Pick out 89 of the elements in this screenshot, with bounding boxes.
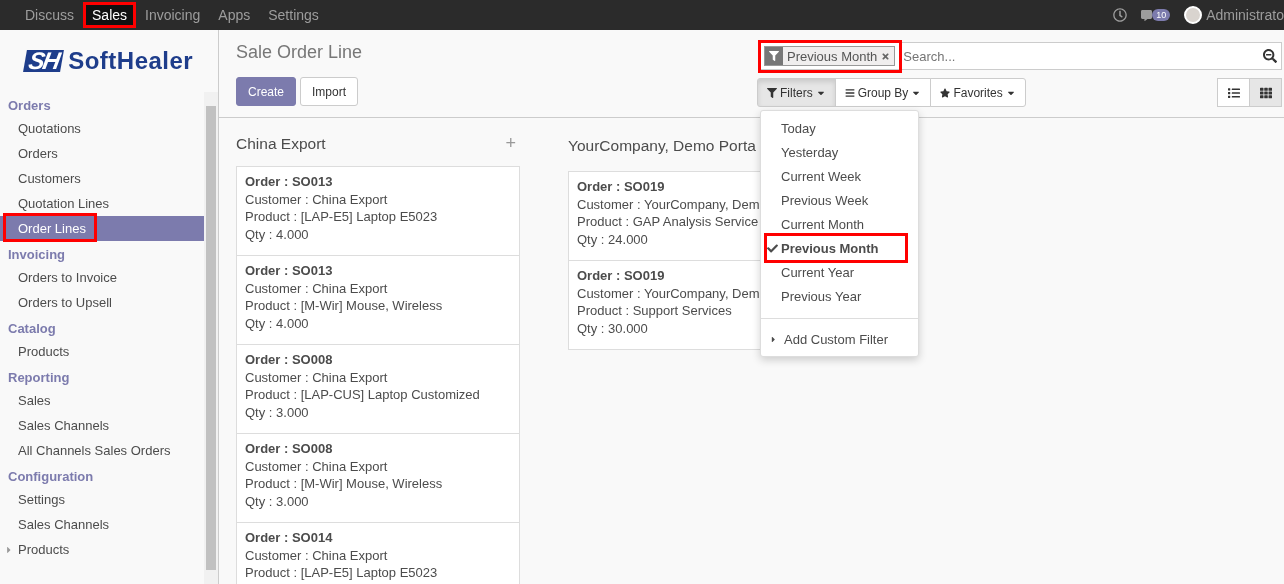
card-detail: Product : [LAP-E5] Laptop E5023 — [245, 208, 438, 226]
grid-icon — [1259, 86, 1272, 99]
card-detail: Customer : China Export — [245, 279, 388, 297]
sidebar-section-title: Configuration — [7, 468, 95, 486]
create-button[interactable]: Create — [236, 77, 297, 106]
top-menu-item[interactable]: Sales — [83, 2, 137, 28]
logo-mark: SH — [22, 50, 65, 72]
sidebar-section-title: Catalog — [7, 320, 57, 338]
card-detail: Qty : 3.000 — [245, 403, 309, 421]
page-title: Sale Order Line — [236, 42, 364, 64]
clock-icon[interactable] — [1113, 8, 1128, 22]
scrollbar[interactable] — [204, 92, 218, 584]
sidebar-item[interactable]: Customers — [0, 166, 204, 191]
card-detail: Customer : China Export — [245, 190, 388, 208]
card-detail: Customer : China Export — [245, 368, 388, 386]
search-icon[interactable] — [1263, 49, 1277, 63]
list-view-button[interactable] — [1217, 78, 1250, 107]
card-detail: Product : GAP Analysis Service — [577, 213, 759, 231]
sidebar-section-title: Invoicing — [7, 246, 67, 264]
card-detail: Product : Support Services — [577, 302, 732, 320]
sidebar-section-title: Reporting — [7, 369, 71, 387]
import-button[interactable]: Import — [300, 77, 359, 106]
filter-option[interactable]: Yesterday — [761, 140, 918, 164]
sidebar-item[interactable]: Settings — [0, 487, 204, 512]
sidebar-item[interactable]: Quotations — [0, 116, 204, 141]
card-detail: Product : [M-Wir] Mouse, Wireless — [245, 297, 443, 315]
sidebar-item[interactable]: Orders — [0, 141, 204, 166]
sidebar-item[interactable]: Sales Channels — [0, 512, 204, 537]
kanban-view-button[interactable] — [1249, 78, 1282, 107]
sidebar-item[interactable]: Orders to Invoice — [0, 265, 204, 290]
filter-option[interactable]: Today — [761, 116, 918, 140]
sidebar-item[interactable]: Order Lines — [0, 216, 204, 241]
card-detail: Qty : 4.000 — [245, 314, 309, 332]
check-icon — [767, 242, 778, 254]
kanban-card[interactable]: Order : SO008 Customer : China Export Product : [M-Wir] Mouse, Wireless Qty : 3.000 — [236, 433, 520, 523]
order-number: Order : SO013 — [245, 173, 333, 191]
card-detail: Qty : 3.000 — [245, 492, 309, 510]
sidebar-item[interactable]: Sales Channels — [0, 413, 204, 438]
search-option-button[interactable]: Group By — [834, 78, 932, 107]
column-title: YourCompany, Demo Porta — [568, 137, 756, 155]
kanban-card[interactable]: Order : SO008 Customer : China Export Product : [LAP-CUS] Laptop Customized Qty : 3.000 — [236, 344, 520, 434]
card-detail: Customer : China Export — [245, 546, 388, 564]
card-detail: Product : [M-Wir] Mouse, Wireless — [245, 475, 443, 493]
card-detail: Qty : 4.000 — [245, 225, 309, 243]
filter-icon — [769, 51, 779, 61]
card-detail: Customer : YourCompany, Dem — [577, 284, 760, 302]
search-field[interactable]: Previous Month Search... — [758, 42, 1282, 70]
order-number: Order : SO008 — [245, 351, 333, 369]
top-menu-item[interactable]: Discuss — [16, 2, 83, 28]
order-number: Order : SO019 — [577, 178, 665, 196]
sidebar-item[interactable]: Products — [0, 537, 204, 562]
search-option-button[interactable]: Filters — [757, 78, 836, 107]
order-number: Order : SO019 — [577, 267, 665, 285]
star-icon — [940, 87, 951, 98]
top-menu-item[interactable]: Apps — [209, 2, 260, 28]
card-detail: Product : [LAP-E5] Laptop E5023 — [245, 564, 438, 582]
filter-icon — [767, 87, 777, 98]
filter-facet[interactable]: Previous Month — [764, 46, 896, 66]
chat-icon[interactable] — [1141, 9, 1153, 21]
list-icon — [1227, 86, 1240, 99]
sidebar-item[interactable]: Products — [0, 339, 204, 364]
caret-icon — [769, 334, 778, 344]
kanban-card[interactable]: Order : SO013 Customer : China Export Product : [M-Wir] Mouse, Wireless Qty : 4.000 — [236, 255, 520, 345]
search-option-button[interactable]: Favorites — [930, 78, 1026, 107]
order-number: Order : SO008 — [245, 440, 333, 458]
message-count: 10 — [1152, 9, 1171, 21]
sidebar-item[interactable]: Orders to Upsell — [0, 290, 204, 315]
facet-label: Previous Month — [786, 48, 879, 64]
user-name[interactable]: Administrato — [1206, 7, 1284, 23]
sidebar-item[interactable]: Sales — [0, 388, 204, 413]
column-title: China Export — [236, 134, 326, 153]
logo-text: SoftHealer — [68, 47, 194, 75]
kanban-card[interactable]: Order : SO013 Customer : China Export Product : [LAP-E5] Laptop E5023 Qty : 4.000 — [236, 166, 520, 256]
card-detail: Customer : China Export — [245, 457, 388, 475]
bars-icon — [844, 87, 855, 98]
card-detail: Customer : YourCompany, Dem — [577, 195, 760, 213]
close-icon[interactable] — [881, 51, 891, 61]
top-menu-item[interactable]: Invoicing — [136, 2, 210, 28]
order-number: Order : SO013 — [245, 262, 333, 280]
avatar[interactable] — [1184, 6, 1203, 24]
sidebar-item[interactable]: Quotation Lines — [0, 191, 204, 216]
top-menu-item[interactable]: Settings — [259, 2, 328, 28]
sidebar-section-title: Orders — [7, 97, 52, 115]
card-detail: Qty : 30.000 — [577, 319, 648, 337]
kanban-card[interactable]: Order : SO014 Customer : China Export Product : [LAP-E5] Laptop E5023 — [236, 522, 520, 584]
order-number: Order : SO014 — [245, 529, 333, 547]
card-detail: Qty : 24.000 — [577, 230, 648, 248]
sidebar-item[interactable]: All Channels Sales Orders — [0, 438, 204, 463]
card-detail: Product : [LAP-CUS] Laptop Customized — [245, 386, 480, 404]
